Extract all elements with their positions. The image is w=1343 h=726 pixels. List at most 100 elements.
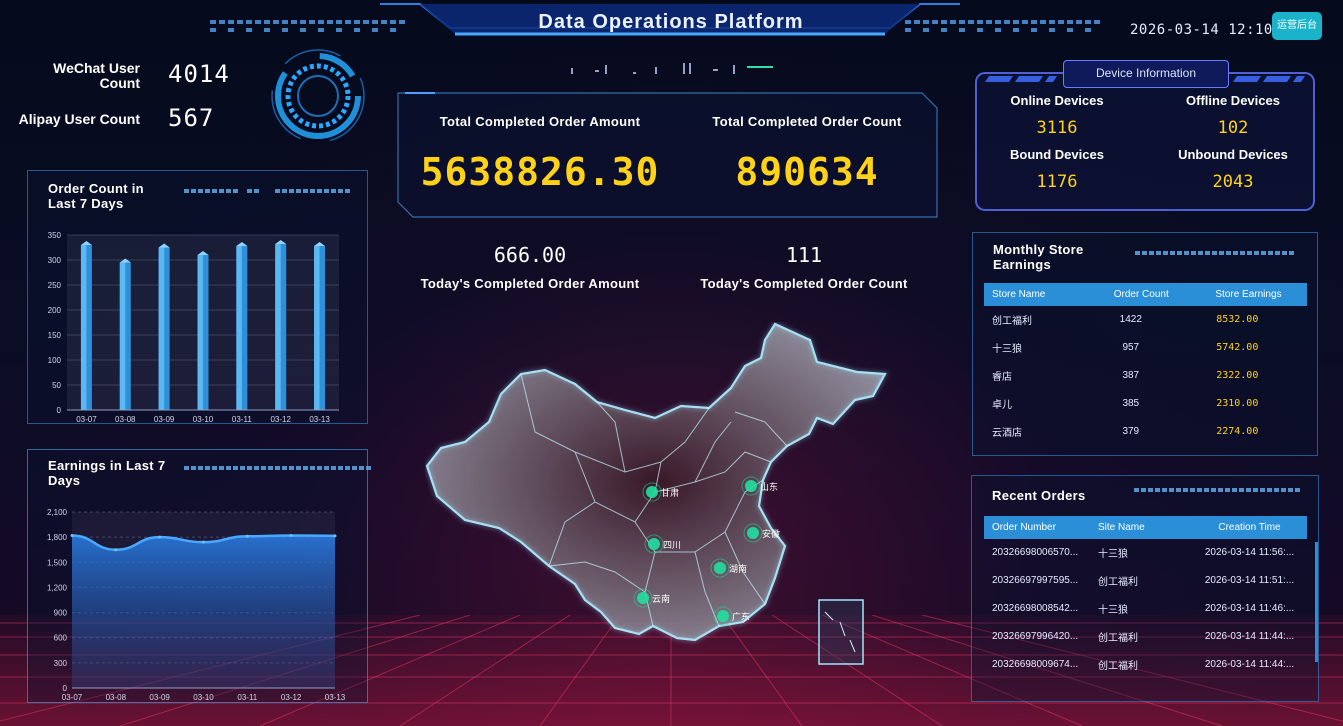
table-row[interactable]: 创工福利 1422 8532.00 [984,305,1307,333]
store-earnings-title: Monthly Store Earnings [993,242,1084,272]
bar-highlight [275,244,281,410]
column-header-store-earnings[interactable]: Store Earnings [1190,283,1307,306]
earnings-title: Earnings in Last 7 Days [48,458,166,488]
total-count-value: 890634 [735,150,879,194]
table-row[interactable]: 20326698009674... 创工福利 2026-03-14 11:44:..… [984,650,1307,678]
table-scrollbar[interactable] [1315,542,1318,662]
earnings-cell: 2322.00 [1216,369,1259,381]
x-tick-label: 03-09 [149,693,170,702]
online-devices-label: Online Devices [1010,93,1104,108]
table-row[interactable]: 20326698008542... 十三狼 2026-03-14 11:46:... [984,594,1307,622]
china-map: 甘肃 山东 四川 安徽 湖南 云南 广东 [425,322,889,665]
x-tick-label: 03-13 [325,693,346,702]
total-amount-label: Total Completed Order Amount [439,114,641,129]
y-tick-label: 100 [48,356,62,365]
x-tick-label: 03-12 [270,415,291,424]
table-row[interactable]: 卓儿 385 2310.00 [984,389,1307,417]
dash-decoration [1134,488,1300,492]
table-row[interactable]: 20326697996420... 创工福利 2026-03-14 11:44:..… [984,622,1307,650]
creation-time-cell: 2026-03-14 11:44:... [1204,630,1295,642]
order-count-title: Order Count in Last 7 Days [48,181,144,211]
y-tick-label: 900 [54,609,68,618]
order-count-cell: 1422 [1119,313,1142,325]
bar-highlight [197,255,203,410]
map-label-guangdong: 广东 [732,611,750,622]
offline-devices-label: Offline Devices [1186,93,1280,108]
y-tick-label: 150 [48,331,62,340]
order-count-bar-chart: 0 50 100 150 200 250 300 350 03-07 03-08 03-09 03-1… [48,231,339,424]
column-header-order-count[interactable]: Order Count [1093,283,1190,306]
store-earnings-table: Store Name Order Count Store Earnings 创工… [984,283,1307,445]
y-tick-label: 200 [48,306,62,315]
x-tick-label: 03-07 [62,693,83,702]
device-info-title: Device Information [1063,60,1229,88]
bar-highlight [80,245,87,410]
order-count-cell: 385 [1122,397,1140,409]
site-name-cell: 创工福利 [1098,576,1138,588]
x-tick-label: 03-12 [281,693,302,702]
y-tick-label: 600 [54,634,68,643]
x-tick-label: 03-10 [193,693,214,702]
creation-time-cell: 2026-03-14 11:51:... [1204,574,1295,586]
earnings-area [72,535,335,688]
y-tick-label: 250 [48,281,62,290]
column-header-order-number[interactable]: Order Number [984,516,1092,539]
creation-time-cell: 2026-03-14 11:46:... [1204,602,1295,614]
order-number-cell: 20326697997595... [992,574,1079,586]
total-amount-value: 5638826.30 [420,150,660,194]
recent-orders-title: Recent Orders [992,488,1086,503]
y-tick-label: 1,500 [47,558,68,567]
store-name-cell: 十三狼 [992,343,1022,355]
map-label-sichuan: 四川 [663,540,681,550]
offline-devices-value: 102 [1217,118,1249,138]
x-tick-label: 03-08 [106,693,127,702]
store-name-cell: 睿店 [992,371,1012,383]
data-point [202,540,205,544]
unbound-devices-value: 2043 [1212,172,1254,192]
earnings-cell: 8532.00 [1216,313,1259,325]
table-row[interactable]: 20326697997595... 创工福利 2026-03-14 11:51:..… [984,566,1307,594]
bound-devices-label: Bound Devices [1010,147,1104,162]
column-header-store-name[interactable]: Store Name [984,283,1093,306]
map-label-gansu: 甘肃 [661,487,679,498]
earnings-cell: 5742.00 [1216,341,1259,353]
recent-orders-panel: Recent Orders Order Number Site Name Cre… [971,475,1319,702]
table-row[interactable]: 十三狼 957 5742.00 [984,333,1307,361]
creation-time-cell: 2026-03-14 11:56:... [1204,546,1295,558]
y-tick-label: 1,200 [47,583,68,592]
header-signal-decoration [571,63,773,74]
store-name-cell: 创工福利 [992,315,1032,327]
y-tick-label: 350 [48,231,62,240]
bar-highlight [119,262,126,410]
store-earnings-panel: Monthly Store Earnings Store Name Order … [972,232,1318,456]
site-name-cell: 十三狼 [1098,548,1128,560]
unbound-devices-label: Unbound Devices [1178,147,1288,162]
table-row[interactable]: 睿店 387 2322.00 [984,361,1307,389]
x-tick-label: 03-09 [154,415,175,424]
order-number-cell: 20326698008542... [992,602,1079,614]
order-count-cell: 379 [1122,425,1140,437]
earnings-area-chart: 0 300 600 900 1,200 1,500 1,800 2,100 03-07 03-08… [47,508,346,702]
map-label-yunnan: 云南 [652,593,670,604]
dash-decoration [184,189,350,193]
page-title: Data Operations Platform [538,11,804,33]
data-point [289,533,293,537]
map-label-anhui: 安徽 [762,528,780,539]
table-row[interactable]: 20326698006570... 十三狼 2026-03-14 11:56:... [984,538,1307,566]
y-tick-label: 0 [57,406,62,415]
y-tick-label: 300 [48,256,62,265]
site-name-cell: 创工福利 [1098,660,1138,672]
data-point [70,533,74,537]
total-count-label: Total Completed Order Count [712,114,902,129]
y-tick-label: 300 [54,659,68,668]
column-header-site-name[interactable]: Site Name [1092,516,1192,539]
y-tick-label: 0 [63,684,68,693]
bar-highlight [158,247,165,410]
column-header-creation-time[interactable]: Creation Time [1192,516,1307,539]
map-label-shandong: 山东 [760,481,778,492]
order-count-cell: 957 [1122,341,1140,353]
x-tick-label: 03-07 [76,415,97,424]
table-row[interactable]: 云酒店 379 2274.00 [984,417,1307,445]
admin-console-button[interactable]: 运营后台 [1272,12,1322,40]
map-label-hunan: 湖南 [729,563,747,574]
